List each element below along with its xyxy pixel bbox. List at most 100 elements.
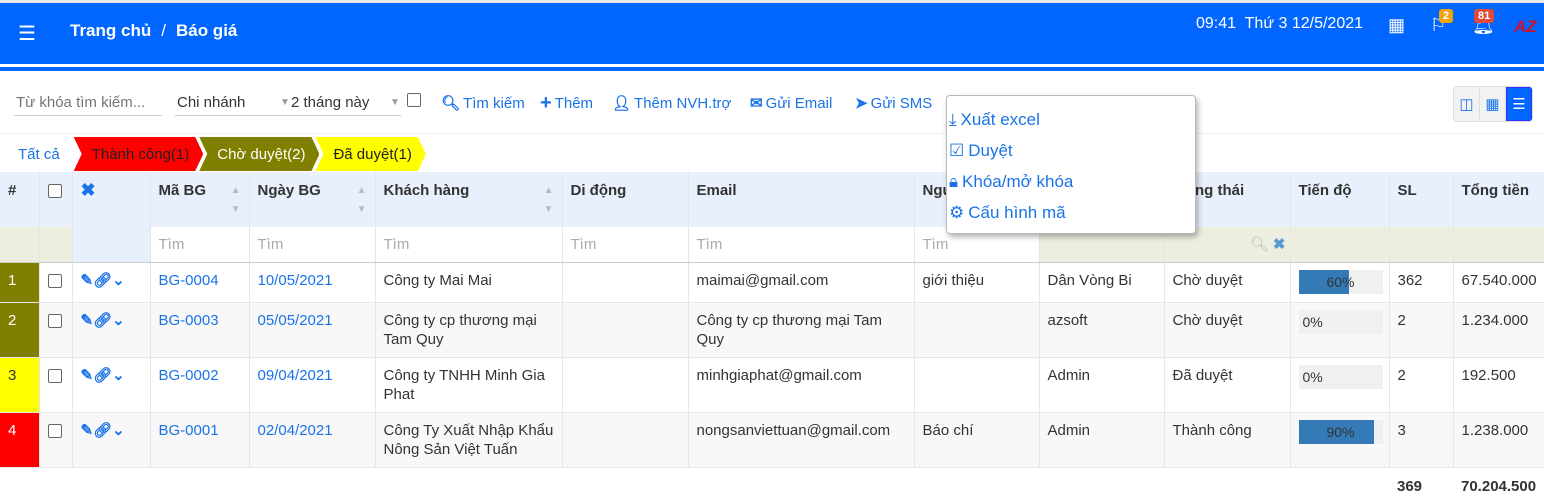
chevron-down-icon[interactable]: ⌄ xyxy=(112,272,125,289)
quote-code[interactable]: BG-0002 xyxy=(150,358,249,413)
quote-date[interactable]: 09/04/2021 xyxy=(249,358,375,413)
total: 1.234.000 xyxy=(1453,303,1544,358)
quote-date[interactable]: 02/04/2021 xyxy=(249,413,375,468)
edit-icon[interactable]: ✎ xyxy=(81,312,94,329)
source xyxy=(914,358,1039,413)
add-supporter-label: Thêm NVH.trợ xyxy=(634,95,731,112)
progress-label: 0% xyxy=(1299,310,1383,334)
list-view-icon[interactable]: ☰ xyxy=(1506,87,1532,121)
quote-date[interactable]: 10/05/2021 xyxy=(249,263,375,303)
row-checkbox[interactable] xyxy=(48,424,62,438)
progress-bar: 0% xyxy=(1299,365,1383,389)
link-icon[interactable]: 🔗︎ xyxy=(93,422,112,439)
add-label: Thêm xyxy=(555,95,593,112)
add-supporter-button[interactable]: 👤︎Thêm NVH.trợ xyxy=(612,90,731,116)
lock-item[interactable]: 🔒︎Khóa/mở khóa xyxy=(947,166,1195,197)
quote-date[interactable]: 05/05/2021 xyxy=(249,303,375,358)
row-actions: ✎🔗︎⌄ xyxy=(72,303,150,358)
link-icon[interactable]: 🔗︎ xyxy=(93,272,112,289)
row-number: 1 xyxy=(0,263,39,303)
add-button[interactable]: +Thêm xyxy=(540,90,593,116)
filter-cell xyxy=(39,227,72,263)
select-all-checkbox[interactable] xyxy=(48,184,62,198)
col-total[interactable]: Tổng tiền xyxy=(1453,172,1544,227)
filter-checkbox[interactable] xyxy=(407,93,421,107)
source: giới thiệu xyxy=(914,263,1039,303)
clock: 09:41 Thứ 3 12/5/2021 xyxy=(1196,15,1363,33)
mobile xyxy=(562,358,688,413)
chevron-down-icon[interactable]: ⌄ xyxy=(112,312,125,329)
row-actions: ✎🔗︎⌄ xyxy=(72,263,150,303)
quote-code[interactable]: BG-0003 xyxy=(150,303,249,358)
row-select xyxy=(39,358,72,413)
branch-select[interactable]: Chi nhánh▼2 tháng này▼ xyxy=(175,90,401,116)
table-row[interactable]: 1 ✎🔗︎⌄ BG-0004 10/05/2021 Công ty Mai Ma… xyxy=(0,263,1544,303)
table-row[interactable]: 2 ✎🔗︎⌄ BG-0003 05/05/2021 Công ty cp thư… xyxy=(0,303,1544,358)
row-select xyxy=(39,263,72,303)
keyword-search-input[interactable] xyxy=(14,90,162,116)
filter-mobile[interactable]: Tìm xyxy=(562,227,688,263)
send-email-button[interactable]: ✉Gửi Email xyxy=(750,90,832,116)
approve-item[interactable]: ☑Duyệt xyxy=(947,135,1195,166)
gear-icon: ⚙ xyxy=(949,203,964,223)
apps-grid-icon[interactable]: ▦ xyxy=(1388,15,1405,36)
email: maimai@gmail.com xyxy=(688,263,914,303)
split-view-icon[interactable]: ◫ xyxy=(1454,87,1480,121)
code-config-item[interactable]: ⚙Cấu hình mã xyxy=(947,197,1195,228)
status-tabs: Tất cả Thành công(1) Chờ duyệt(2) Đã duy… xyxy=(0,136,422,172)
chevron-down-icon[interactable]: ⌄ xyxy=(112,422,125,439)
total-amount: 70.204.500 xyxy=(1453,468,1544,504)
col-email[interactable]: Email xyxy=(688,172,914,227)
col-date[interactable]: Ngày BG▲▼ xyxy=(249,172,375,227)
filter-code[interactable]: Tìm xyxy=(150,227,249,263)
search-label: Tìm kiếm xyxy=(463,95,525,112)
status: Đã duyệt xyxy=(1164,358,1290,413)
breadcrumb-home[interactable]: Trang chủ xyxy=(70,21,151,40)
edit-icon[interactable]: ✎ xyxy=(81,422,94,439)
row-number: 2 xyxy=(0,303,39,358)
calendar-view-icon[interactable]: ▦ xyxy=(1480,87,1506,121)
table-row[interactable]: 4 ✎🔗︎⌄ BG-0001 02/04/2021 Công Ty Xuất N… xyxy=(0,413,1544,468)
top-bar: ☰ Trang chủ/Báo giá 09:41 Thứ 3 12/5/202… xyxy=(0,0,1544,64)
col-mobile[interactable]: Di động xyxy=(562,172,688,227)
source: Báo chí xyxy=(914,413,1039,468)
filter-customer[interactable]: Tìm xyxy=(375,227,562,263)
tab-approved[interactable]: Đã duyệt(1) xyxy=(315,137,425,171)
clear-icon[interactable]: ✖ xyxy=(72,172,150,227)
chevron-down-icon[interactable]: ⌄ xyxy=(112,367,125,384)
col-code[interactable]: Mã BG▲▼ xyxy=(150,172,249,227)
send-sms-button[interactable]: ➤Gửi SMS xyxy=(855,90,932,116)
logo[interactable]: AZ xyxy=(1514,17,1537,37)
link-icon[interactable]: 🔗︎ xyxy=(93,367,112,384)
edit-icon[interactable]: ✎ xyxy=(81,367,94,384)
col-select xyxy=(39,172,72,227)
email: Công ty cp thương mại Tam Quy xyxy=(688,303,914,358)
row-checkbox[interactable] xyxy=(48,369,62,383)
lock-label: Khóa/mở khóa xyxy=(962,172,1073,192)
link-icon[interactable]: 🔗︎ xyxy=(93,312,112,329)
col-progress[interactable]: Tiến độ xyxy=(1290,172,1389,227)
search-icon: 🔍︎ xyxy=(441,94,460,112)
period-select[interactable]: 2 tháng này xyxy=(291,90,369,116)
row-checkbox[interactable] xyxy=(48,314,62,328)
row-checkbox[interactable] xyxy=(48,274,62,288)
export-excel-item[interactable]: ⤓Xuất excel xyxy=(947,104,1195,135)
staff: Admin xyxy=(1039,358,1164,413)
quote-code[interactable]: BG-0004 xyxy=(150,263,249,303)
col-customer[interactable]: Khách hàng▲▼ xyxy=(375,172,562,227)
tab-success[interactable]: Thành công(1) xyxy=(74,137,204,171)
tab-all[interactable]: Tất cả xyxy=(0,137,78,171)
tab-pending[interactable]: Chờ duyệt(2) xyxy=(199,137,319,171)
quote-code[interactable]: BG-0001 xyxy=(150,413,249,468)
staff: Dân Vòng Bi xyxy=(1039,263,1164,303)
sort-icon: ▲▼ xyxy=(544,181,554,219)
table-row[interactable]: 3 ✎🔗︎⌄ BG-0002 09/04/2021 Công ty TNHH M… xyxy=(0,358,1544,413)
edit-icon[interactable]: ✎ xyxy=(81,272,94,289)
search-button[interactable]: 🔍︎Tìm kiếm xyxy=(441,90,525,116)
filter-date[interactable]: Tìm xyxy=(249,227,375,263)
filter-search-icon[interactable]: 🔍︎ xyxy=(1250,236,1269,253)
col-qty[interactable]: SL xyxy=(1389,172,1453,227)
hamburger-menu-icon[interactable]: ☰ xyxy=(18,21,36,46)
filter-email[interactable]: Tìm xyxy=(688,227,914,263)
filter-clear-icon[interactable]: ✖ xyxy=(1273,236,1286,253)
